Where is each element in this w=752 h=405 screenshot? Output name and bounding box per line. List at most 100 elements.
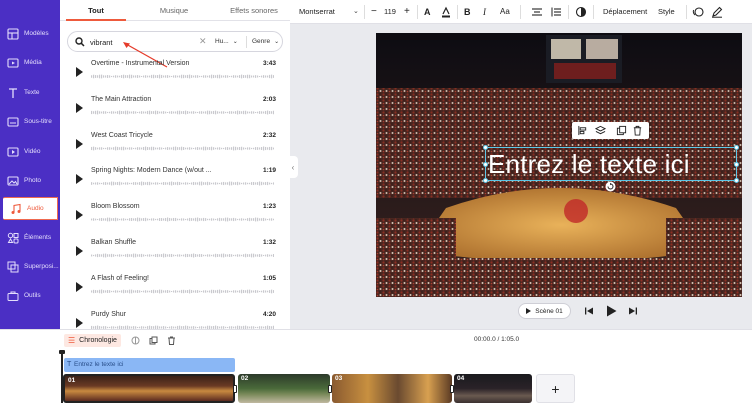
text-track-label: Entrez le texte ici — [74, 361, 124, 368]
divider — [520, 5, 521, 19]
resize-handle[interactable] — [483, 162, 488, 167]
play-icon[interactable] — [606, 305, 617, 317]
text-element-content[interactable]: Entrez le texte ici — [488, 148, 690, 180]
waveform — [91, 217, 274, 222]
track-duration: 1:23 — [263, 203, 277, 211]
photo-icon — [7, 175, 19, 186]
music-icon — [11, 203, 21, 214]
sidebar-item-text[interactable]: Texte — [0, 81, 58, 104]
text-element[interactable]: Entrez le texte ici — [483, 145, 739, 192]
clear-search-icon[interactable]: ✕ — [199, 36, 207, 47]
sidebar-item-video[interactable]: Vidéo — [0, 140, 58, 163]
decrease-size-button[interactable]: − — [371, 0, 377, 24]
align-icon[interactable] — [531, 6, 543, 18]
previous-icon[interactable] — [584, 306, 594, 316]
track-duration: 1:05 — [263, 274, 277, 282]
search-input[interactable]: vibrant — [90, 38, 113, 47]
sidebar-item-audio[interactable]: Audio — [3, 197, 58, 220]
sidebar-item-label: Audio — [27, 205, 44, 212]
duplicate-icon[interactable] — [616, 125, 627, 136]
media-icon — [7, 57, 19, 68]
line-spacing-icon[interactable] — [550, 6, 562, 18]
track-row[interactable]: Spring Nights: Modern Dance (w/out ... 1:… — [60, 164, 290, 198]
delete-icon[interactable] — [632, 125, 643, 136]
templates-icon — [7, 27, 19, 40]
sidebar-item-templates[interactable]: Modèles — [0, 22, 58, 45]
add-scene-button[interactable]: + — [536, 374, 575, 403]
edit-pen-icon[interactable] — [711, 6, 723, 18]
opacity-icon[interactable] — [575, 6, 587, 18]
play-track-icon[interactable] — [76, 246, 83, 256]
delete-clip-icon[interactable] — [167, 336, 176, 345]
track-row[interactable]: Balkan Shuffle 1:32 — [60, 236, 290, 270]
sidebar-item-media[interactable]: Média — [0, 51, 58, 74]
track-duration: 1:19 — [263, 167, 277, 175]
mood-filter-dropdown[interactable]: Hu... ⌄ — [215, 38, 238, 45]
track-row[interactable]: Bloom Blossom 1:23 — [60, 200, 290, 234]
resize-handle[interactable] — [734, 145, 739, 150]
animation-icon[interactable] — [692, 6, 704, 18]
track-title: Overtime - Instrumental Version — [91, 60, 190, 67]
font-size-input[interactable]: 119 — [384, 0, 396, 24]
resize-handle[interactable] — [734, 162, 739, 167]
collapse-panel-button[interactable]: ‹ — [288, 156, 298, 178]
rotate-icon[interactable] — [605, 181, 616, 192]
play-track-icon[interactable] — [76, 174, 83, 185]
play-track-icon[interactable] — [76, 317, 83, 328]
sidebar-item-elements[interactable]: Éléments — [0, 226, 58, 249]
scene-label: Scène 01 — [535, 307, 563, 315]
transition-handle[interactable] — [233, 385, 237, 393]
play-track-icon[interactable] — [76, 138, 83, 149]
play-track-icon[interactable] — [76, 102, 83, 113]
scene-number: 02 — [241, 375, 249, 382]
font-family-select[interactable]: Montserrat — [299, 0, 335, 24]
scene-selector-button[interactable]: Scène 01 — [518, 303, 571, 319]
text-case-button[interactable]: Aa — [500, 0, 510, 24]
sidebar-item-tools[interactable]: Outils — [0, 284, 58, 307]
italic-button[interactable]: I — [483, 0, 486, 24]
tab-all[interactable]: Tout — [66, 0, 126, 21]
track-row[interactable]: West Coast Tricycle 2:32 — [60, 129, 290, 163]
layers-icon[interactable] — [595, 125, 606, 136]
playhead[interactable] — [61, 351, 63, 403]
play-track-icon[interactable] — [76, 281, 83, 292]
scene-clip[interactable]: 04 — [454, 374, 532, 403]
style-button[interactable]: Style — [658, 0, 675, 24]
genre-filter-label: Genre — [252, 38, 271, 45]
text-color-button[interactable]: A — [424, 0, 431, 24]
highlight-color-icon[interactable] — [440, 6, 452, 18]
resize-handle[interactable] — [734, 178, 739, 183]
track-row[interactable]: A Flash of Feeling! 1:05 — [60, 272, 290, 306]
sidebar-item-label: Outils — [24, 292, 41, 299]
track-row[interactable]: Overtime - Instrumental Version 3:43 — [60, 57, 290, 91]
divider — [417, 5, 418, 19]
resize-handle[interactable] — [483, 178, 488, 183]
move-button[interactable]: Déplacement — [603, 0, 647, 24]
track-duration: 1:32 — [263, 239, 277, 246]
chevron-down-icon[interactable]: ⌄ — [353, 0, 359, 24]
play-track-icon[interactable] — [76, 67, 83, 77]
text-track-clip[interactable]: T Entrez le texte ici — [64, 358, 235, 372]
genre-filter-dropdown[interactable]: Genre ⌄ — [252, 38, 279, 45]
resize-handle[interactable] — [483, 145, 488, 150]
search-bar: vibrant ✕ Hu... ⌄ Genre ⌄ — [67, 31, 283, 52]
next-icon[interactable] — [628, 306, 638, 316]
timeline-icon: ☰ — [68, 336, 76, 345]
scene-clip[interactable]: 02 — [238, 374, 330, 403]
align-element-icon[interactable] — [577, 125, 588, 136]
sidebar-item-subtitle[interactable]: Sous-titre — [0, 110, 58, 133]
scene-clip[interactable]: 03 — [332, 374, 452, 403]
split-icon[interactable] — [131, 336, 140, 345]
track-title: Bloom Blossom — [91, 203, 140, 211]
track-row[interactable]: The Main Attraction 2:03 — [60, 93, 290, 127]
duplicate-clip-icon[interactable] — [149, 336, 158, 345]
scene-clip[interactable]: 01 — [63, 374, 235, 403]
bold-button[interactable]: B — [464, 0, 471, 24]
tab-music[interactable]: Musique — [143, 0, 205, 21]
sidebar-item-overlays[interactable]: Superposi... — [0, 255, 59, 278]
timeline-button[interactable]: ☰ Chronologie — [64, 334, 121, 347]
tab-sound-effects[interactable]: Effets sonores — [218, 0, 290, 21]
play-track-icon[interactable] — [76, 210, 83, 221]
sidebar-item-photo[interactable]: Photo — [0, 169, 58, 192]
increase-size-button[interactable]: + — [404, 0, 410, 24]
